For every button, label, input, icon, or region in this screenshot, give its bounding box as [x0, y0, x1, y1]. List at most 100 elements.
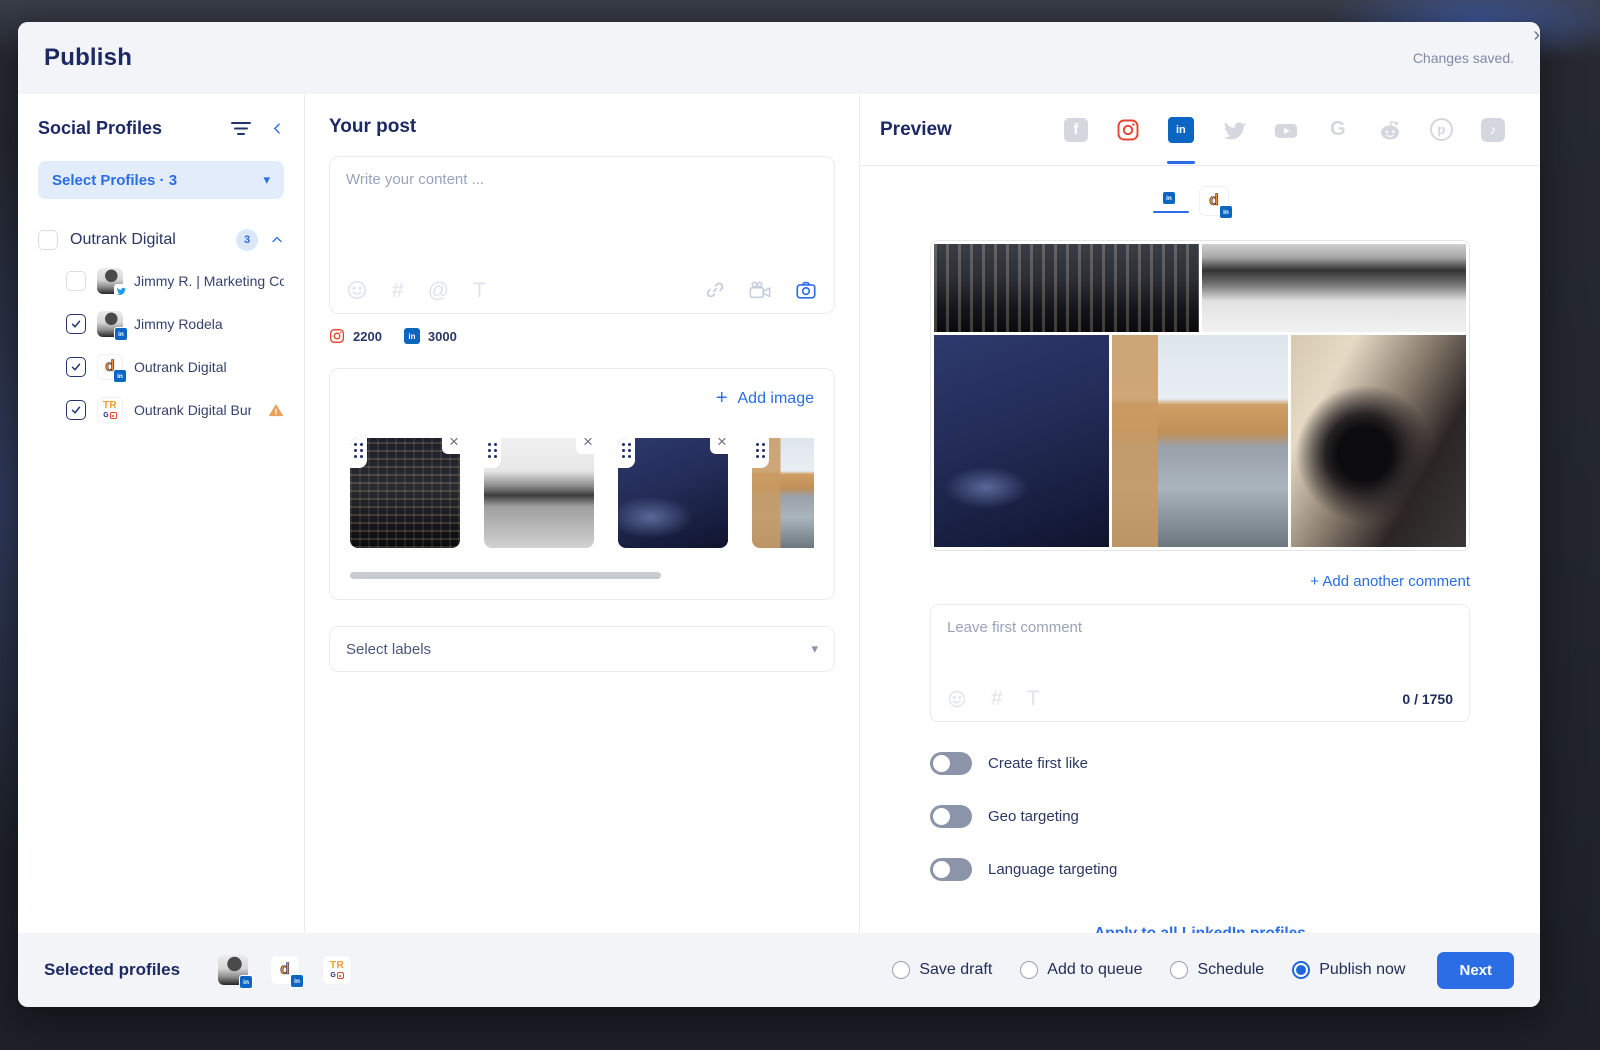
create-first-like-toggle[interactable]	[930, 752, 972, 775]
profile-checkbox[interactable]	[66, 400, 86, 420]
google-icon[interactable]: G	[1326, 118, 1350, 142]
drag-handle-icon[interactable]	[752, 438, 769, 468]
preview-image-city	[934, 244, 1199, 332]
character-limits: 2200 in 3000	[329, 328, 835, 344]
preview-image-lake	[1202, 244, 1467, 332]
preview-profile-tab[interactable]: d in	[1199, 186, 1229, 216]
chevron-up-icon[interactable]	[270, 234, 284, 246]
thumbnails-scrollbar[interactable]	[350, 572, 814, 579]
drag-handle-icon[interactable]	[484, 438, 501, 468]
image-thumbnail[interactable]: ×	[618, 438, 728, 550]
selected-profile-avatar: d in	[270, 955, 300, 985]
apply-all-linkedin-link[interactable]: Apply to all LinkedIn profiles	[930, 925, 1470, 933]
autosave-status: Changes saved.	[1413, 50, 1514, 66]
toggle-label: Geo targeting	[988, 808, 1079, 825]
group-checkbox[interactable]	[38, 230, 58, 250]
drag-handle-icon[interactable]	[618, 438, 635, 468]
radio-icon[interactable]	[892, 961, 910, 979]
first-comment-card: # T 0 / 1750	[930, 604, 1470, 722]
preview-image-zurich	[1112, 335, 1287, 547]
caret-down-icon: ▾	[811, 641, 818, 657]
tiktok-icon[interactable]: ♪	[1481, 118, 1505, 142]
first-comment-input[interactable]	[931, 605, 1469, 667]
select-profiles-label: Select Profiles · 3	[52, 172, 177, 189]
filter-icon[interactable]	[231, 121, 251, 136]
remove-image-icon[interactable]: ×	[442, 430, 466, 454]
twitter-icon[interactable]	[1222, 118, 1246, 142]
image-thumbnails: × × ×	[350, 430, 814, 550]
hashtag-icon[interactable]: #	[991, 688, 1003, 709]
image-thumbnail[interactable]: ×	[350, 438, 460, 550]
hashtag-icon[interactable]: #	[392, 280, 404, 301]
link-icon[interactable]	[704, 279, 726, 301]
add-image-button[interactable]: + Add image	[716, 387, 814, 410]
labels-select[interactable]: Select labels ▾	[329, 626, 835, 672]
profile-group-row[interactable]: Outrank Digital 3	[38, 229, 284, 251]
preview-panel: Preview f in G	[860, 94, 1540, 933]
add-comment-label: Add another comment	[1322, 573, 1470, 590]
camera-icon[interactable]	[794, 279, 818, 301]
language-targeting-toggle[interactable]	[930, 858, 972, 881]
geo-targeting-toggle[interactable]	[930, 805, 972, 828]
text-format-icon[interactable]: T	[473, 280, 486, 301]
next-button[interactable]: Next	[1437, 952, 1514, 989]
save-draft-option[interactable]: Save draft	[892, 961, 992, 979]
linkedin-icon[interactable]: in	[1168, 117, 1194, 143]
selected-profile-avatar: TR G	[322, 955, 352, 985]
remove-image-icon[interactable]: ×	[710, 430, 734, 454]
chevron-right-icon[interactable]: ›	[1533, 24, 1540, 47]
collapse-sidebar-icon[interactable]	[271, 121, 284, 136]
youtube-icon[interactable]	[1274, 118, 1298, 142]
profile-row[interactable]: in Jimmy Rodela	[66, 311, 284, 337]
select-profiles-dropdown[interactable]: Select Profiles · 3 ▾	[38, 161, 284, 199]
remove-image-icon[interactable]: ×	[576, 430, 600, 454]
profile-row[interactable]: TR G Outrank Digital Burner	[66, 397, 284, 423]
profile-checkbox[interactable]	[66, 357, 86, 377]
profile-row[interactable]: Jimmy R. | Marketing Co...	[66, 268, 284, 294]
modal-header: Publish Changes saved. ›	[18, 22, 1540, 94]
labels-placeholder: Select labels	[346, 641, 431, 658]
toggle-row: Create first like	[930, 752, 1470, 775]
radio-selected-icon[interactable]	[1292, 961, 1310, 979]
avatar	[97, 268, 123, 294]
mention-icon[interactable]: @	[428, 280, 449, 301]
text-format-icon[interactable]: T	[1027, 688, 1040, 709]
schedule-option[interactable]: Schedule	[1170, 961, 1264, 979]
radio-icon[interactable]	[1020, 961, 1038, 979]
linkedin-badge-icon: in	[113, 369, 127, 383]
selected-profiles-label: Selected profiles	[44, 960, 180, 980]
add-another-comment-button[interactable]: + Add another comment	[1310, 573, 1470, 590]
radio-icon[interactable]	[1170, 961, 1188, 979]
linkedin-limit: 3000	[428, 329, 457, 344]
drag-handle-icon[interactable]	[350, 438, 367, 468]
facebook-icon[interactable]: f	[1064, 118, 1088, 142]
plus-icon: +	[1310, 573, 1319, 590]
video-icon[interactable]	[748, 279, 772, 301]
profile-checkbox[interactable]	[66, 314, 86, 334]
emoji-icon[interactable]	[346, 279, 368, 301]
group-name: Outrank Digital	[70, 231, 224, 249]
post-content-input[interactable]	[330, 157, 834, 262]
outrank-logo: d in	[97, 354, 123, 380]
toggle-row: Language targeting	[930, 858, 1470, 881]
trgo-logo: TR G	[97, 397, 123, 423]
publish-now-option[interactable]: Publish now	[1292, 961, 1405, 979]
preview-image-sky	[934, 335, 1109, 547]
instagram-icon[interactable]	[1116, 118, 1140, 142]
toggle-label: Language targeting	[988, 861, 1117, 878]
linkedin-badge-icon: in	[1162, 191, 1176, 205]
profile-checkbox[interactable]	[66, 271, 86, 291]
page-title: Publish	[44, 44, 132, 72]
emoji-icon[interactable]	[947, 689, 967, 709]
add-to-queue-option[interactable]: Add to queue	[1020, 961, 1142, 979]
profile-name: Outrank Digital Burner	[134, 402, 251, 418]
instagram-icon	[329, 328, 345, 344]
scrollbar-thumb[interactable]	[350, 572, 661, 579]
avatar: in	[97, 311, 123, 337]
image-thumbnail[interactable]: ×	[484, 438, 594, 550]
image-thumbnail[interactable]	[752, 438, 814, 550]
reddit-icon[interactable]	[1378, 118, 1402, 142]
pinterest-icon[interactable]: p	[1430, 118, 1453, 141]
composer-panel: Your post # @ T	[305, 94, 860, 933]
profile-row[interactable]: d in Outrank Digital	[66, 354, 284, 380]
